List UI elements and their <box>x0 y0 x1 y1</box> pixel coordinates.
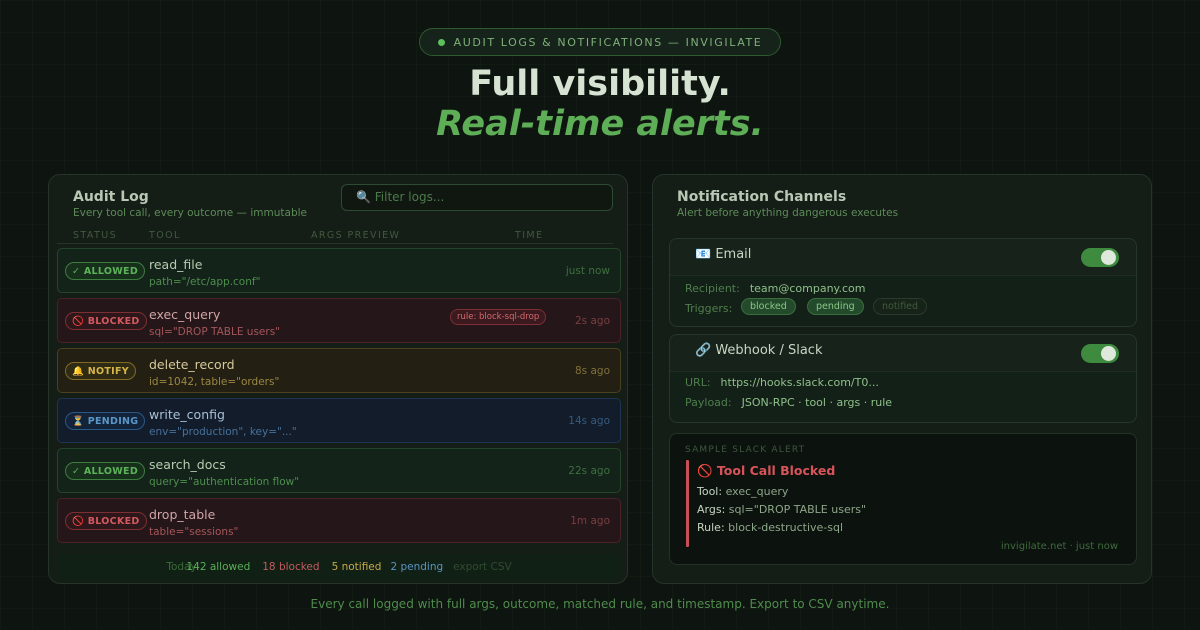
url-label: URL: <box>685 376 711 389</box>
toggle-knob <box>1101 346 1116 361</box>
trigger-chip-pending[interactable]: pending <box>807 298 864 315</box>
tool-name: delete_record <box>149 357 235 372</box>
tool-name: write_config <box>149 407 225 422</box>
table-row[interactable]: ✓ ALLOWED read_file path="/etc/app.conf"… <box>57 248 621 293</box>
alert-title: 🚫 Tool Call Blocked <box>697 463 836 478</box>
alert-accent-bar <box>686 460 689 547</box>
alert-footer: invigilate.net · just now <box>1000 541 1118 552</box>
url-value: https://hooks.slack.com/T0... <box>720 376 879 389</box>
alert-tool-value: exec_query <box>725 485 789 498</box>
bottom-caption: Every call logged with full args, outcom… <box>310 597 890 611</box>
sample-slack-alert: SAMPLE SLACK ALERT 🚫 Tool Call Blocked T… <box>669 433 1137 565</box>
filter-logs-input[interactable]: 🔍 Filter logs... <box>341 184 613 211</box>
status-badge: ✓ ALLOWED <box>65 462 146 480</box>
status-dot-icon <box>437 38 445 46</box>
summary-blocked: 18 blocked <box>262 561 320 573</box>
webhook-url-row: URL: https://hooks.slack.com/T0... <box>685 376 879 389</box>
summary-notified: 5 notified <box>331 561 382 573</box>
table-row[interactable]: 🔔 NOTIFY delete_record id=1042, table="o… <box>57 348 621 393</box>
tool-name: exec_query <box>149 307 221 322</box>
alert-rule-line: Rule: block-destructive-sql <box>697 521 843 534</box>
column-header-status: STATUS <box>73 230 118 241</box>
timestamp: 8s ago <box>574 365 610 377</box>
args-preview: query="authentication flow" <box>149 476 300 488</box>
payload-value: JSON-RPC · tool · args · rule <box>741 396 893 409</box>
table-row[interactable]: ✓ ALLOWED search_docs query="authenticat… <box>57 448 621 493</box>
notification-channels-subtitle: Alert before anything dangerous executes <box>677 207 899 219</box>
column-header-args: ARGS PREVIEW <box>311 230 401 241</box>
status-badge: 🚫 BLOCKED <box>65 312 147 330</box>
payload-label: Payload: <box>685 396 732 409</box>
matched-rule-tag: rule: block-sql-drop <box>450 309 547 325</box>
email-toggle[interactable] <box>1081 248 1119 267</box>
column-header-time: TIME <box>515 230 544 241</box>
export-csv-link[interactable]: export CSV <box>453 561 512 573</box>
triggers-label: Triggers: <box>685 302 733 315</box>
timestamp: just now <box>565 265 610 277</box>
sample-alert-label: SAMPLE SLACK ALERT <box>685 445 806 455</box>
status-badge: ✓ ALLOWED <box>65 262 146 280</box>
notification-channels-title: Notification Channels <box>677 189 847 205</box>
audit-log-subtitle: Every tool call, every outcome — immutab… <box>73 207 307 219</box>
alert-rule-value: block-destructive-sql <box>728 521 844 534</box>
table-row[interactable]: 🚫 BLOCKED drop_table table="sessions" 1m… <box>57 498 621 543</box>
tool-name: search_docs <box>149 457 226 472</box>
webhook-channel-body: URL: https://hooks.slack.com/T0... Payloa… <box>670 371 1136 422</box>
status-badge: 🔔 NOTIFY <box>65 362 136 380</box>
timestamp: 22s ago <box>568 465 610 477</box>
args-preview: table="sessions" <box>149 526 239 538</box>
notification-channels-panel: Notification Channels Alert before anyth… <box>652 174 1152 584</box>
tool-name: drop_table <box>149 507 216 522</box>
alert-args-line: Args: sql="DROP TABLE users" <box>697 503 866 516</box>
hero-subtitle: Real-time alerts. <box>436 104 764 144</box>
audit-log-title: Audit Log <box>73 189 149 205</box>
email-channel-title: 📧 Email <box>695 247 752 262</box>
alert-args-value: sql="DROP TABLE users" <box>728 503 867 516</box>
email-recipient-row: Recipient: team@company.com <box>685 282 865 295</box>
tool-name: read_file <box>149 257 203 272</box>
hero-badge-label: AUDIT LOGS & NOTIFICATIONS — INVIGILATE <box>453 35 763 49</box>
summary-pending: 2 pending <box>390 561 444 573</box>
timestamp: 2s ago <box>574 315 610 327</box>
webhook-toggle[interactable] <box>1081 344 1119 363</box>
audit-summary-bar: Today: 142 allowed 18 blocked 5 notified… <box>57 554 621 580</box>
trigger-chip-notified[interactable]: notified <box>873 298 928 315</box>
table-row[interactable]: ⏳ PENDING write_config env="production",… <box>57 398 621 443</box>
args-preview: path="/etc/app.conf" <box>149 276 261 288</box>
timestamp: 1m ago <box>570 515 610 527</box>
email-channel-card: 📧 Email Recipient: team@company.com Trigg… <box>669 238 1137 327</box>
hero-badge: AUDIT LOGS & NOTIFICATIONS — INVIGILATE <box>419 28 781 56</box>
alert-tool-line: Tool: exec_query <box>697 485 788 498</box>
recipient-value: team@company.com <box>749 282 866 295</box>
args-preview: env="production", key="..." <box>149 426 297 438</box>
timestamp: 14s ago <box>568 415 610 427</box>
status-badge: 🚫 BLOCKED <box>65 512 147 530</box>
toggle-knob <box>1101 250 1116 265</box>
table-row[interactable]: 🚫 BLOCKED exec_query sql="DROP TABLE use… <box>57 298 621 343</box>
status-badge: ⏳ PENDING <box>65 412 146 430</box>
webhook-channel-card: 🔗 Webhook / Slack URL: https://hooks.slac… <box>669 334 1137 423</box>
hero-title: Full visibility. <box>469 64 731 104</box>
webhook-channel-title: 🔗 Webhook / Slack <box>695 343 823 358</box>
alert-tool-label: Tool: <box>697 485 723 498</box>
recipient-label: Recipient: <box>685 282 740 295</box>
webhook-payload-row: Payload: JSON-RPC · tool · args · rule <box>685 396 892 409</box>
column-header-tool: TOOL <box>149 230 181 241</box>
alert-rule-label: Rule: <box>697 521 725 534</box>
trigger-chip-blocked[interactable]: blocked <box>741 298 796 315</box>
audit-log-panel: Audit Log Every tool call, every outcome… <box>48 174 628 584</box>
alert-args-label: Args: <box>697 503 726 516</box>
summary-allowed: 142 allowed <box>186 561 251 573</box>
args-preview: sql="DROP TABLE users" <box>149 326 281 338</box>
args-preview: id=1042, table="orders" <box>149 376 280 388</box>
table-header: STATUS TOOL ARGS PREVIEW TIME <box>57 230 613 244</box>
